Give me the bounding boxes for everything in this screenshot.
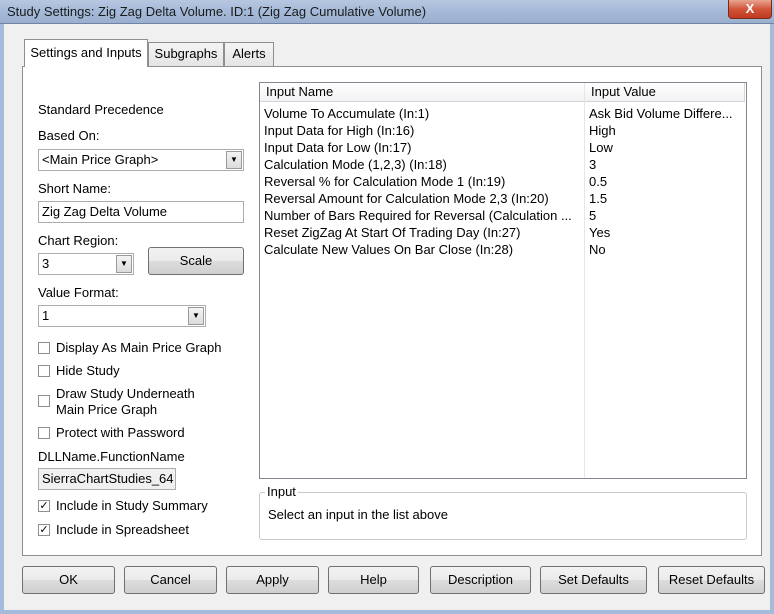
table-row[interactable]: Input Data for Low (In:17) Low: [260, 139, 746, 156]
column-header-input-name[interactable]: Input Name: [260, 83, 585, 102]
description-button[interactable]: Description: [430, 566, 531, 594]
ok-button[interactable]: OK: [22, 566, 115, 594]
checkbox-box[interactable]: ✓: [38, 524, 50, 536]
input-name-cell[interactable]: Volume To Accumulate (In:1): [264, 105, 582, 122]
table-row[interactable]: Reversal % for Calculation Mode 1 (In:19…: [260, 173, 746, 190]
chevron-down-icon[interactable]: ▼: [188, 307, 204, 325]
table-row[interactable]: Volume To Accumulate (In:1) Ask Bid Volum…: [260, 105, 746, 122]
table-row[interactable]: Reversal Amount for Calculation Mode 2,3…: [260, 190, 746, 207]
input-value-cell[interactable]: Low: [589, 139, 745, 156]
help-button[interactable]: Help: [328, 566, 419, 594]
input-name-cell[interactable]: Calculation Mode (1,2,3) (In:18): [264, 156, 582, 173]
value-format-label: Value Format:: [38, 285, 119, 300]
reset-defaults-button[interactable]: Reset Defaults: [658, 566, 765, 594]
input-description-group: Input Select an input in the list above: [259, 484, 747, 540]
table-row[interactable]: Calculate New Values On Bar Close (In:28…: [260, 241, 746, 258]
scale-button[interactable]: Scale: [148, 247, 244, 275]
input-name-cell[interactable]: Input Data for High (In:16): [264, 122, 582, 139]
title-bar[interactable]: Study Settings: Zig Zag Delta Volume. ID…: [0, 0, 774, 24]
close-button[interactable]: X: [728, 0, 772, 19]
window-title: Study Settings: Zig Zag Delta Volume. ID…: [7, 4, 427, 19]
input-value-cell[interactable]: Yes: [589, 224, 745, 241]
dll-name-field: SierraChartStudies_64: [38, 468, 176, 490]
checkbox-label-line2: Main Price Graph: [56, 402, 158, 417]
chevron-down-icon[interactable]: ▼: [116, 255, 132, 273]
tab-subgraphs[interactable]: Subgraphs: [148, 42, 224, 66]
input-value-cell[interactable]: 0.5: [589, 173, 745, 190]
input-name-cell[interactable]: Input Data for Low (In:17): [264, 139, 582, 156]
input-value-cell[interactable]: High: [589, 122, 745, 139]
tab-settings-and-inputs[interactable]: Settings and Inputs: [24, 39, 148, 67]
input-value-cell[interactable]: 5: [589, 207, 745, 224]
table-row[interactable]: Calculation Mode (1,2,3) (In:18) 3: [260, 156, 746, 173]
table-row[interactable]: Number of Bars Required for Reversal (Ca…: [260, 207, 746, 224]
input-group-legend: Input: [265, 484, 298, 499]
based-on-value: <Main Price Graph>: [42, 152, 159, 167]
checkbox-box[interactable]: [38, 427, 50, 439]
short-name-input[interactable]: Zig Zag Delta Volume: [38, 201, 244, 223]
checkbox-label: Draw Study Underneath: [56, 386, 195, 401]
standard-precedence-label: Standard Precedence: [38, 102, 164, 117]
input-name-cell[interactable]: Reversal Amount for Calculation Mode 2,3…: [264, 190, 582, 207]
input-value-cell[interactable]: 3: [589, 156, 745, 173]
checkbox-box[interactable]: [38, 365, 50, 377]
short-name-label: Short Name:: [38, 181, 111, 196]
chart-region-select[interactable]: 3 ▼: [38, 253, 134, 275]
apply-button[interactable]: Apply: [226, 566, 319, 594]
tab-alerts[interactable]: Alerts: [224, 42, 274, 66]
input-value-cell[interactable]: No: [589, 241, 745, 258]
checkbox-label: Display As Main Price Graph: [56, 340, 222, 355]
input-name-cell[interactable]: Number of Bars Required for Reversal (Ca…: [264, 207, 582, 224]
value-format-value: 1: [42, 308, 50, 323]
based-on-select[interactable]: <Main Price Graph> ▼: [38, 149, 244, 171]
checkbox-box[interactable]: [38, 395, 50, 407]
checkbox-label: Protect with Password: [56, 425, 185, 440]
input-description-text: Select an input in the list above: [268, 507, 448, 522]
inputs-table[interactable]: Input Name Input Value Volume To Accumul…: [259, 82, 747, 479]
cancel-button[interactable]: Cancel: [124, 566, 217, 594]
input-name-cell[interactable]: Reversal % for Calculation Mode 1 (In:19…: [264, 173, 582, 190]
checkbox-box[interactable]: ✓: [38, 500, 50, 512]
value-format-select[interactable]: 1 ▼: [38, 305, 206, 327]
checkbox-label: Include in Study Summary: [56, 498, 208, 513]
checkbox-label: Hide Study: [56, 363, 120, 378]
input-value-cell[interactable]: Ask Bid Volume Differe...: [589, 105, 745, 122]
table-row[interactable]: Input Data for High (In:16) High: [260, 122, 746, 139]
checkbox-label: Include in Spreadsheet: [56, 522, 189, 537]
input-name-cell[interactable]: Reset ZigZag At Start Of Trading Day (In…: [264, 224, 582, 241]
column-header-input-value[interactable]: Input Value: [585, 83, 745, 102]
dll-name-label: DLLName.FunctionName: [38, 449, 185, 464]
checkbox-box[interactable]: [38, 342, 50, 354]
chart-region-value: 3: [42, 256, 50, 271]
based-on-label: Based On:: [38, 128, 100, 143]
set-defaults-button[interactable]: Set Defaults: [540, 566, 647, 594]
input-name-cell[interactable]: Calculate New Values On Bar Close (In:28…: [264, 241, 582, 258]
chart-region-label: Chart Region:: [38, 233, 119, 248]
input-value-cell[interactable]: 1.5: [589, 190, 745, 207]
table-row[interactable]: Reset ZigZag At Start Of Trading Day (In…: [260, 224, 746, 241]
chevron-down-icon[interactable]: ▼: [226, 151, 242, 169]
